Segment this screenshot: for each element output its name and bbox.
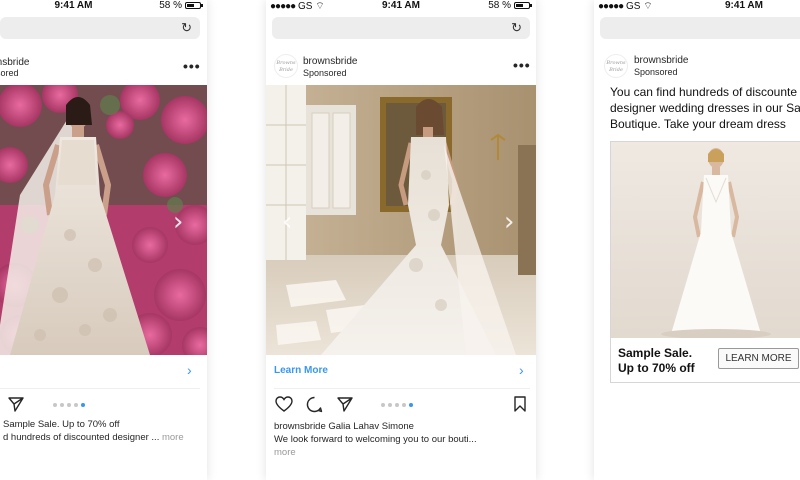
chevron-right-icon[interactable]: › bbox=[187, 362, 192, 378]
post-username[interactable]: brownsbride bbox=[303, 56, 357, 67]
carousel-dot bbox=[81, 403, 85, 407]
heart-icon[interactable] bbox=[275, 396, 293, 412]
ad-card[interactable]: Sample Sale. Up to 70% off LEARN MORE bbox=[610, 141, 800, 383]
sponsored-label: Sponsored bbox=[0, 68, 19, 78]
carousel-dot bbox=[74, 403, 78, 407]
avatar[interactable]: Browns Bride bbox=[274, 54, 298, 78]
ad-body-text: You can find hundreds of discounte desig… bbox=[610, 85, 800, 131]
post-caption: Sample Sale. Up to 70% off d hundreds of… bbox=[3, 419, 184, 443]
ellipsis-icon[interactable]: ••• bbox=[183, 58, 201, 74]
post-photo-1[interactable]: › bbox=[0, 85, 207, 355]
battery-indicator: 58 % bbox=[159, 0, 203, 11]
status-bar: ●●●●● GS ⌔ 9:41 AM 58 % bbox=[266, 0, 536, 14]
address-bar[interactable]: ↻ bbox=[0, 17, 200, 39]
divider bbox=[274, 388, 530, 389]
battery-icon bbox=[514, 2, 532, 9]
carousel-prev-icon[interactable]: ‹ bbox=[282, 207, 292, 237]
bookmark-icon[interactable] bbox=[514, 396, 526, 412]
ad-footer: Sample Sale. Up to 70% off LEARN MORE bbox=[611, 338, 800, 382]
battery-icon bbox=[185, 2, 203, 9]
divider bbox=[0, 388, 200, 389]
sponsored-label: Sponsored bbox=[634, 67, 678, 77]
carousel-dot bbox=[67, 403, 71, 407]
post-username[interactable]: brownsbride bbox=[634, 55, 688, 66]
sale-headline: Sample Sale. Up to 70% off bbox=[618, 346, 695, 375]
post-username[interactable]: brownsbride bbox=[0, 57, 29, 68]
status-time: 9:41 AM bbox=[725, 0, 763, 11]
carousel-dot bbox=[388, 403, 392, 407]
more-link[interactable]: more bbox=[274, 446, 532, 459]
avatar[interactable]: Browns Bride bbox=[604, 54, 628, 78]
reload-icon[interactable]: ↻ bbox=[181, 20, 192, 36]
carousel-indicator bbox=[53, 403, 85, 407]
learn-more-link[interactable]: Learn More bbox=[274, 365, 328, 376]
carousel-next-icon[interactable]: › bbox=[504, 207, 514, 237]
screen: 9:41 AM 58 % ↻ brownsbride Sponsored ••• bbox=[0, 0, 800, 480]
address-bar[interactable] bbox=[600, 17, 800, 39]
comment-icon[interactable] bbox=[306, 396, 323, 413]
carousel-next-icon[interactable]: › bbox=[173, 207, 183, 237]
bride-interior-image bbox=[266, 85, 536, 355]
carousel-dot bbox=[381, 403, 385, 407]
carousel-dot bbox=[60, 403, 64, 407]
phone-mockup-2: ●●●●● GS ⌔ 9:41 AM 58 % ↻ Browns Bride b… bbox=[266, 0, 536, 480]
learn-more-button[interactable]: LEARN MORE bbox=[718, 348, 799, 369]
share-icon[interactable] bbox=[8, 396, 24, 412]
ad-photo[interactable] bbox=[611, 142, 800, 339]
carousel-dot bbox=[409, 403, 413, 407]
share-icon[interactable] bbox=[337, 396, 353, 412]
carousel-dot bbox=[402, 403, 406, 407]
reload-icon[interactable]: ↻ bbox=[511, 20, 522, 36]
chevron-right-icon[interactable]: › bbox=[519, 362, 524, 378]
sponsored-label: Sponsored bbox=[303, 68, 347, 78]
battery-indicator: 58 % bbox=[488, 0, 532, 11]
post-caption: brownsbride Galia Lahav Simone We look f… bbox=[274, 420, 532, 459]
bride-studio-image bbox=[611, 142, 800, 339]
status-bar: 9:41 AM 58 % bbox=[0, 0, 207, 14]
more-link[interactable]: more bbox=[162, 432, 184, 443]
carousel-indicator bbox=[381, 403, 413, 407]
ellipsis-icon[interactable]: ••• bbox=[513, 57, 531, 73]
post-photo-2[interactable]: ‹ › bbox=[266, 85, 536, 355]
carousel-dot bbox=[395, 403, 399, 407]
address-bar[interactable]: ↻ bbox=[272, 17, 530, 39]
status-bar: ●●●●● GS ⌔ 9:41 AM bbox=[594, 0, 800, 14]
carousel-dot bbox=[53, 403, 57, 407]
